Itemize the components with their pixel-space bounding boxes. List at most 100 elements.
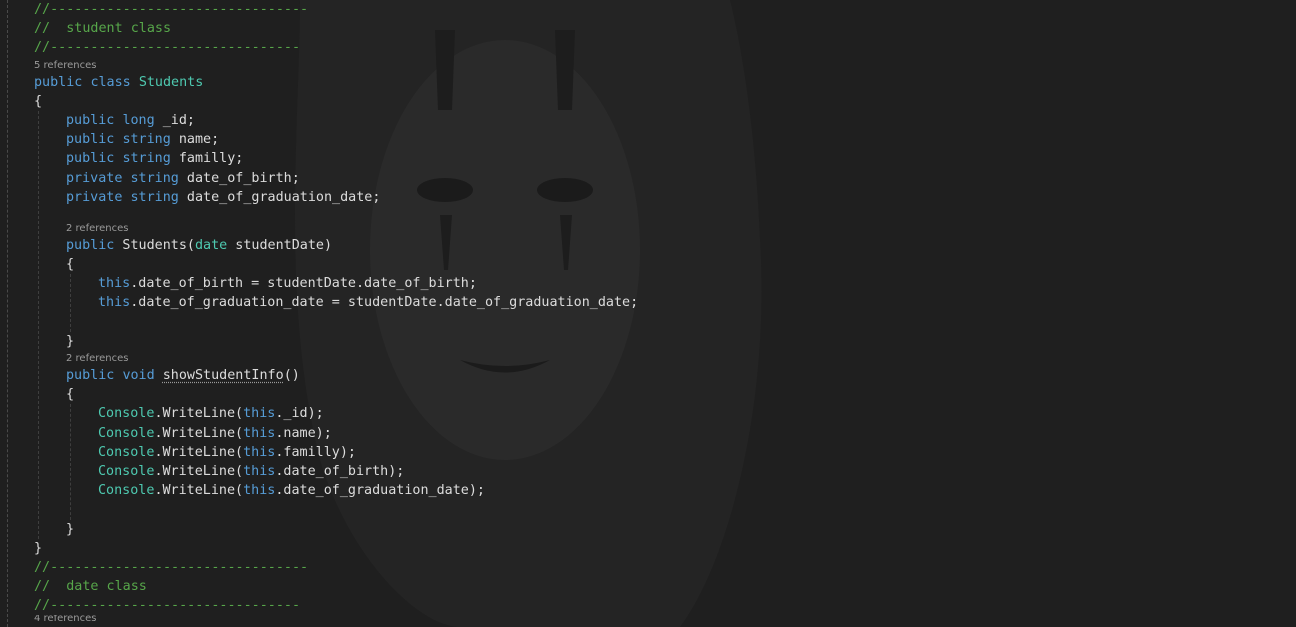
code-line[interactable]: // student class [34,19,1296,38]
code-token: .date_of_birth); [275,463,405,479]
code-line[interactable]: //------------------------------- [34,596,1296,615]
codelens-references[interactable]: 4 references [34,615,1296,623]
code-line[interactable]: //-------------------------------- [34,0,1296,19]
indent-guide [38,111,39,539]
code-token: .WriteLine( [154,406,244,422]
code-line[interactable]: //-------------------------------- [34,558,1296,577]
code-line[interactable]: { [34,385,1296,404]
code-token: string [130,170,179,186]
code-token: this [243,483,276,499]
code-token: .name); [275,425,332,441]
code-token: Students( [114,237,195,253]
code-token: public [66,112,115,128]
code-line[interactable]: this.date_of_graduation_date = studentDa… [34,293,1296,312]
code-token: .WriteLine( [154,425,244,441]
code-line[interactable]: Console.WriteLine(this.familly); [34,443,1296,462]
code-token: } [66,333,75,349]
code-token: //-------------------------------- [34,2,309,17]
code-token: .date_of_birth = studentDate.date_of_bir… [130,276,477,292]
codelens-references[interactable]: 2 references [34,221,1296,236]
code-line[interactable]: public string name; [34,130,1296,149]
code-line[interactable]: Console.WriteLine(this.date_of_birth); [34,462,1296,481]
code-token: familly; [170,151,244,167]
code-token: showStudentInfo [162,368,284,383]
code-token: { [66,387,75,403]
code-line[interactable]: Console.WriteLine(this.name); [34,424,1296,443]
code-token: Students [138,74,204,90]
codelens-label[interactable]: 2 references [66,223,129,234]
code-token: Console [98,483,155,499]
code-token: name; [170,132,220,148]
codelens-label[interactable]: 2 references [66,353,129,364]
code-line[interactable]: Console.WriteLine(this._id); [34,404,1296,423]
code-token: Console [98,406,155,422]
code-token: // date class [34,579,147,595]
code-token: Console [98,444,155,460]
code-token: public [34,74,83,90]
code-token: this [243,444,276,460]
code-token: void [122,368,155,383]
code-editor[interactable]: //-------------------------------- // stu… [0,0,1296,627]
code-token: { [34,93,43,109]
code-line[interactable]: public string familly; [34,149,1296,168]
code-line[interactable]: Console.WriteLine(this.date_of_graduatio… [34,481,1296,500]
code-token: this [243,425,276,441]
code-token: string [130,189,179,205]
code-token: } [34,540,43,556]
code-line[interactable]: //------------------------------- [34,38,1296,57]
code-token: this [98,295,131,311]
code-token: // student class [34,21,172,37]
code-line[interactable]: { [34,92,1296,111]
code-line[interactable]: public void showStudentInfo() [34,366,1296,385]
code-token: public [66,237,115,253]
codelens-label[interactable]: 4 references [34,615,97,623]
code-token: Console [98,463,155,479]
code-token: .familly); [275,444,356,460]
code-token: .date_of_graduation_date); [275,483,485,499]
code-token: .WriteLine( [154,444,244,460]
codelens-label[interactable]: 5 references [34,60,97,71]
code-token: this [243,406,276,422]
code-token: public [66,151,115,167]
code-token: class [90,74,131,90]
code-line[interactable]: private string date_of_graduation_date; [34,188,1296,207]
code-token: string [122,151,171,167]
code-line[interactable] [34,313,1296,332]
code-line[interactable] [34,500,1296,519]
code-line[interactable]: // date class [34,577,1296,596]
code-line[interactable]: public Students(date studentDate) [34,236,1296,255]
code-token: _id; [154,112,195,128]
code-area[interactable]: //-------------------------------- // stu… [34,0,1296,627]
code-token: studentDate) [227,237,333,253]
indent-guide [70,404,71,520]
code-token: private [66,189,123,205]
code-line[interactable]: private string date_of_birth; [34,169,1296,188]
code-line[interactable]: } [34,520,1296,539]
code-line[interactable]: public class Students [34,73,1296,92]
code-token: this [98,276,131,292]
code-line[interactable]: } [34,332,1296,351]
code-token: .date_of_graduation_date = studentDate.d… [130,295,639,311]
code-line[interactable]: public long _id; [34,111,1296,130]
code-token: long [122,112,155,128]
code-token: date_of_birth; [178,170,300,186]
code-token: //------------------------------- [34,40,301,56]
codelens-references[interactable]: 2 references [34,351,1296,366]
code-token: date [195,237,228,253]
code-token: public [66,368,115,383]
code-token: Console [98,425,155,441]
code-line[interactable]: this.date_of_birth = studentDate.date_of… [34,274,1296,293]
code-token: date_of_graduation_date; [178,189,381,205]
code-token: () [283,368,300,383]
code-token: public [66,132,115,148]
code-token: //------------------------------- [34,598,301,614]
codelens-references[interactable]: 5 references [34,58,1296,73]
code-line[interactable]: } [34,539,1296,558]
code-token: private [66,170,123,186]
code-line[interactable]: { [34,255,1296,274]
